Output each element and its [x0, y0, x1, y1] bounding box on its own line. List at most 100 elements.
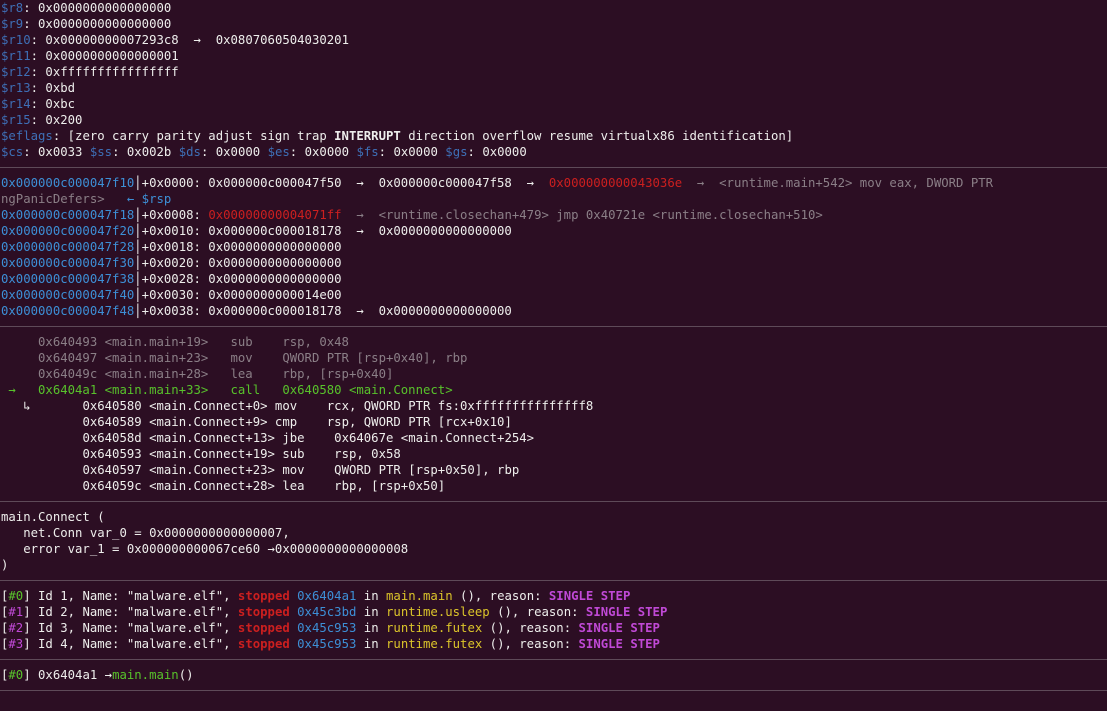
threads-section: [#0] Id 1, Name: "malware.elf", stopped … — [0, 588, 1107, 652]
thread-in: in — [356, 589, 387, 603]
stack-bar: │ — [134, 224, 142, 238]
thread-reason-label: (), reason: — [482, 621, 579, 635]
code-line-inner: 0x640597 <main.Connect+23> mov QWORD PTR… — [0, 462, 1107, 478]
segment-name: $es — [267, 145, 290, 159]
stack-bar: │ — [134, 272, 142, 286]
section-divider — [0, 501, 1107, 502]
register-name: $r11 — [1, 49, 31, 63]
segment-value: : 0x0033 — [23, 145, 90, 159]
stack-code-pointer: 0x00000000004071ff — [208, 208, 342, 222]
register-value: : 0x0000000000000000 — [23, 17, 172, 31]
stack-row: 0x000000c000047f48│+0x0038: 0x000000c000… — [0, 303, 1107, 319]
register-name: $r14 — [1, 97, 31, 111]
stack-row: 0x000000c000047f10│+0x0000: 0x000000c000… — [0, 175, 1107, 191]
register-name: $r8 — [1, 1, 24, 15]
eflags-pre: : [zero carry parity adjust sign trap — [52, 129, 335, 143]
thread-reason: SINGLE STEP — [578, 621, 660, 635]
thread-info: Id 2, Name: "malware.elf", — [30, 605, 238, 619]
stack-value: +0x0020: 0x0000000000000000 — [141, 256, 342, 270]
stack-bar: │ — [134, 256, 142, 270]
thread-reason-label: (), reason: — [489, 605, 586, 619]
code-line-inner: 0x64058d <main.Connect+13> jbe 0x64067e … — [0, 430, 1107, 446]
stack-value: +0x0010: 0x000000c000018178 → 0x00000000… — [141, 224, 512, 238]
thread-address: 0x45c3bd — [289, 605, 357, 619]
thread-reason: SINGLE STEP — [585, 605, 668, 619]
args-line: main.Connect ( — [1, 510, 105, 524]
code-text: 0x640589 <main.Connect+9> cmp rsp, QWORD… — [30, 415, 512, 429]
thread-state: stopped — [237, 605, 290, 619]
register-row: $r8: 0x0000000000000000 — [0, 0, 1107, 16]
args-line: ) — [1, 558, 9, 572]
gdb-terminal[interactable]: $r8: 0x0000000000000000 $r9: 0x000000000… — [0, 0, 1107, 711]
stack-address: 0x000000c000047f10 — [1, 176, 135, 190]
stack-bar: │ — [134, 240, 142, 254]
code-line-inner: ↳ 0x640580 <main.Connect+0> mov rcx, QWO… — [0, 398, 1107, 414]
code-line-past: 0x64049c <main.main+28> lea rbp, [rsp+0x… — [1, 367, 394, 381]
segment-name: $ss — [89, 145, 113, 159]
stack-deref: → <runtime.main+542> mov eax, DWORD PTR — [682, 176, 994, 190]
trace-row: [#0] 0x6404a1 →main.main() — [1, 668, 194, 682]
branch-arrow-icon: ↳ — [1, 399, 31, 413]
segment-name: $cs — [1, 145, 24, 159]
stack-address: 0x000000c000047f38 — [1, 272, 135, 286]
segment-value: : 0x0000 — [289, 145, 357, 159]
segment-value: : 0x0000 — [467, 145, 527, 159]
register-value: : 0x0000000000000000 — [23, 1, 172, 15]
eflags-interrupt: INTERRUPT — [334, 129, 401, 143]
register-value: : 0xbc — [30, 97, 76, 111]
stack-address: 0x000000c000047f40 — [1, 288, 135, 302]
register-row: $r11: 0x0000000000000001 — [0, 48, 1107, 64]
stack-address: 0x000000c000047f20 — [1, 224, 135, 238]
register-row: $r15: 0x200 — [0, 112, 1107, 128]
code-line-inner: 0x64059c <main.Connect+28> lea rbp, [rsp… — [0, 478, 1107, 494]
thread-index: #3 — [8, 637, 24, 651]
trace-address: 0x6404a1 → — [30, 668, 113, 682]
thread-function: runtime.usleep — [386, 605, 490, 619]
segment-name: $gs — [445, 145, 468, 159]
segment-name: $fs — [356, 145, 379, 159]
register-value: : 0xffffffffffffffff — [30, 65, 179, 79]
segment-value: : 0x002b — [112, 145, 179, 159]
trace-index: #0 — [8, 668, 24, 682]
thread-info: Id 1, Name: "malware.elf", — [30, 589, 238, 603]
segment-value: : 0x0000 — [378, 145, 446, 159]
trace-section: [#0] 0x6404a1 →main.main() — [0, 667, 1107, 683]
register-row: $r13: 0xbd — [0, 80, 1107, 96]
segment-value: : 0x0000 — [200, 145, 268, 159]
thread-function: runtime.futex — [386, 621, 483, 635]
registers-section: $r8: 0x0000000000000000 $r9: 0x000000000… — [0, 0, 1107, 160]
thread-address: 0x45c953 — [289, 637, 357, 651]
trace-tail: () — [178, 668, 194, 682]
stack-section: 0x000000c000047f10│+0x0000: 0x000000c000… — [0, 175, 1107, 319]
code-text: 0x640597 <main.Connect+23> mov QWORD PTR… — [30, 463, 520, 477]
stack-row: 0x000000c000047f40│+0x0030: 0x0000000000… — [0, 287, 1107, 303]
thread-reason-label: (), reason: — [482, 637, 579, 651]
register-row: $r9: 0x0000000000000000 — [0, 16, 1107, 32]
trace-function: main.main — [112, 668, 179, 682]
branch-pad — [1, 479, 31, 493]
register-row: $r12: 0xffffffffffffffff — [0, 64, 1107, 80]
stack-value: +0x0030: 0x0000000000014e00 — [141, 288, 342, 302]
stack-deref: → <runtime.closechan+479> jmp 0x40721e <… — [341, 208, 823, 222]
register-name: $r10 — [1, 33, 31, 47]
code-line-past: 0x640497 <main.main+23> mov QWORD PTR [r… — [1, 351, 468, 365]
args-line: net.Conn var_0 = 0x0000000000000007, — [1, 526, 290, 540]
code-line-inner: 0x640593 <main.Connect+19> sub rsp, 0x58 — [0, 446, 1107, 462]
branch-pad — [1, 463, 31, 477]
stack-bar: │ — [134, 176, 142, 190]
thread-index: #2 — [8, 621, 24, 635]
register-name: $r13 — [1, 81, 31, 95]
thread-reason: SINGLE STEP — [578, 637, 660, 651]
stack-bar: │ — [134, 304, 142, 318]
rsp-marker: ← $rsp — [126, 192, 172, 206]
code-line-inner: 0x640589 <main.Connect+9> cmp rsp, QWORD… — [0, 414, 1107, 430]
thread-function: main.main — [386, 589, 453, 603]
stack-value: +0x0028: 0x0000000000000000 — [141, 272, 342, 286]
stack-row: 0x000000c000047f30│+0x0020: 0x0000000000… — [0, 255, 1107, 271]
thread-row: [#2] Id 3, Name: "malware.elf", stopped … — [1, 621, 660, 635]
thread-state: stopped — [237, 589, 290, 603]
code-text: 0x64059c <main.Connect+28> lea rbp, [rsp… — [30, 479, 446, 493]
stack-address: 0x000000c000047f48 — [1, 304, 135, 318]
thread-in: in — [356, 637, 387, 651]
section-divider — [0, 659, 1107, 660]
